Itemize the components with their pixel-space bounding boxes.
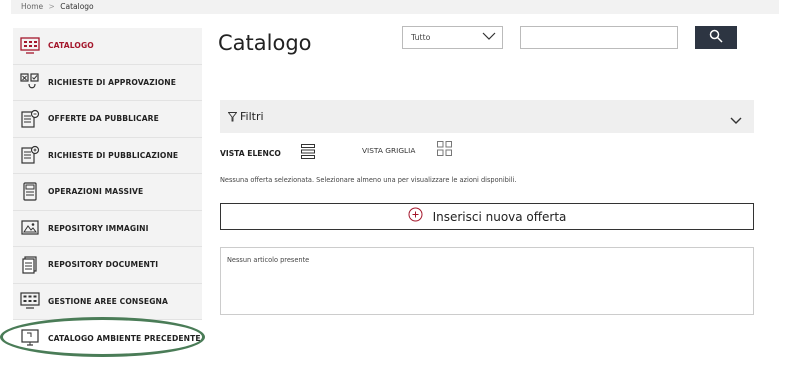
sidebar-item-richieste-approvazione[interactable]: RICHIESTE DI APPROVAZIONE [13,64,202,101]
category-select[interactable]: Tutto [402,26,503,49]
sidebar-item-label: RICHIESTE DI PUBBLICAZIONE [48,150,179,160]
view-grid-toggle[interactable]: VISTA GRIGLIA [362,141,453,160]
filters-panel[interactable]: Filtri [220,100,754,133]
sidebar-item-label: OFFERTE DA PUBBLICARE [48,114,159,124]
add-offer-label: Inserisci nuova offerta [432,209,567,224]
monitor-icon [19,327,41,349]
filters-label: Filtri [240,110,264,123]
bulk-operations-icon [19,181,41,203]
chevron-down-icon[interactable] [730,111,742,130]
catalog-grid-icon [19,35,41,57]
sidebar-item-offerte-da-pubblicare[interactable]: OFFERTE DA PUBBLICARE [13,101,202,138]
page-title: Catalogo [218,31,312,55]
search-input[interactable] [520,26,678,49]
sidebar-item-label: CATALOGO AMBIENTE PRECEDENTE [48,333,201,343]
sidebar-item-operazioni-massive[interactable]: OPERAZIONI MASSIVE [13,174,202,211]
category-select-value: Tutto [411,33,431,42]
sidebar-item-label: REPOSITORY IMMAGINI [48,223,149,233]
search-icon [709,28,723,47]
sidebar-item-label: CATALOGO [48,41,94,51]
breadcrumb: Home > Catalogo [11,0,779,14]
view-grid-label: VISTA GRIGLIA [362,146,416,155]
view-list-label: VISTA ELENCO [220,149,281,158]
sidebar-item-richieste-pubblicazione[interactable]: RICHIESTE DI PUBBLICAZIONE [13,137,202,174]
view-list-toggle[interactable]: VISTA ELENCO [220,144,315,163]
breadcrumb-home[interactable]: Home [21,2,43,11]
sidebar-item-repository-documenti[interactable]: REPOSITORY DOCUMENTI [13,247,202,284]
image-repository-icon [19,217,41,239]
selection-message: Nessuna offerta selezionata. Selezionare… [220,176,517,184]
delivery-areas-icon [19,290,41,312]
sidebar: CATALOGO RICHIESTE DI APPROVAZIONE OFFER… [13,28,202,357]
publication-request-icon [19,144,41,166]
sidebar-item-catalogo-ambiente-precedente[interactable]: CATALOGO AMBIENTE PRECEDENTE [13,320,202,357]
sidebar-item-repository-immagini[interactable]: REPOSITORY IMMAGINI [13,210,202,247]
document-repository-icon [19,254,41,276]
sidebar-item-gestione-aree-consegna[interactable]: GESTIONE AREE CONSEGNA [13,283,202,320]
approval-request-icon [19,71,41,93]
sidebar-item-label: REPOSITORY DOCUMENTI [48,260,159,270]
search-button[interactable] [695,26,737,49]
add-circle-icon [408,207,423,226]
items-list-empty: Nessun articolo presente [220,247,754,315]
list-view-icon[interactable] [300,144,315,163]
breadcrumb-current: Catalogo [60,2,94,11]
sidebar-item-label: GESTIONE AREE CONSEGNA [48,296,168,306]
breadcrumb-separator: > [48,2,55,11]
grid-view-icon[interactable] [437,141,453,160]
chevron-down-icon [482,31,496,43]
offers-to-publish-icon [19,108,41,130]
sidebar-item-label: OPERAZIONI MASSIVE [48,187,144,197]
filter-icon [227,107,238,126]
sidebar-item-label: RICHIESTE DI APPROVAZIONE [48,77,177,87]
add-offer-button[interactable]: Inserisci nuova offerta [220,203,754,230]
empty-message: Nessun articolo presente [227,256,310,264]
sidebar-item-catalogo[interactable]: CATALOGO [13,28,202,65]
